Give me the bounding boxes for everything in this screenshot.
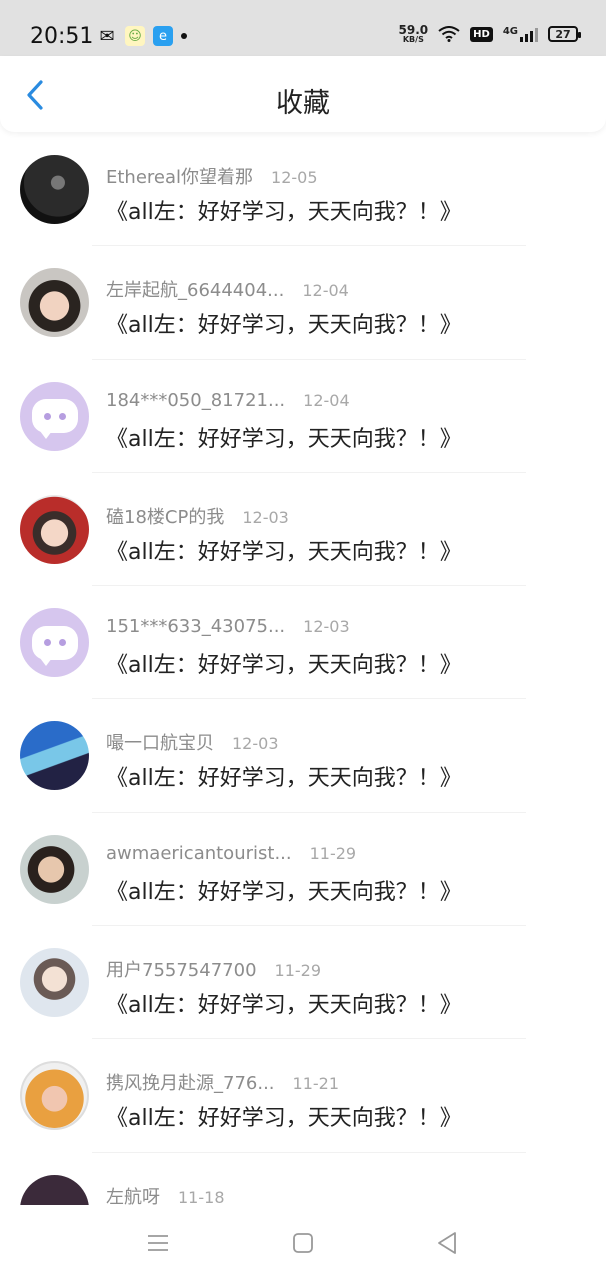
list-item[interactable]: 用户7557547700 11-29 《all左：好好学习，天天向我？！》 (0, 926, 606, 1040)
menu-icon (148, 1235, 168, 1251)
item-title[interactable]: 《all左：好好学习，天天向我？！》 (106, 307, 462, 339)
avatar[interactable] (20, 381, 89, 451)
username[interactable]: 磕18楼CP的我 (106, 503, 224, 529)
avatar[interactable] (20, 948, 89, 1018)
item-title[interactable]: 《all左：好好学习，天天向我？！》 (106, 760, 462, 792)
item-title[interactable]: 《all左：好好学习，天天向我？！》 (106, 194, 462, 226)
home-square-icon (293, 1233, 313, 1253)
date: 12-03 (232, 734, 279, 754)
avatar[interactable] (20, 834, 89, 904)
item-title[interactable]: 《all左：好好学习，天天向我？！》 (106, 534, 462, 566)
username[interactable]: 嘬一口航宝贝 (106, 729, 214, 755)
list-item[interactable]: 左岸起航_6644404... 12-04 《all左：好好学习，天天向我？！》 (0, 246, 606, 360)
username[interactable]: Ethereal你望着那 (106, 163, 253, 189)
avatar[interactable] (20, 721, 89, 791)
status-bar: 20:51 ✉ ☺ e 59.0 KB/S HD 4G 27 (0, 0, 606, 56)
avatar[interactable] (20, 1061, 89, 1131)
username[interactable]: 用户7557547700 (106, 956, 257, 982)
network-type: 4G (502, 26, 518, 37)
item-title[interactable]: 《all左：好好学习，天天向我？！》 (106, 421, 462, 453)
menu-button[interactable] (144, 1229, 172, 1257)
date: 11-21 (292, 1074, 340, 1094)
signal-icon: 4G (503, 26, 538, 42)
date: 11-29 (274, 961, 322, 981)
back-triangle-icon (438, 1232, 456, 1254)
system-nav-bar (0, 1205, 606, 1280)
date: 11-29 (309, 843, 357, 863)
list-item[interactable]: 左航呀 11-18 (0, 1153, 606, 1205)
default-avatar-chat-icon (31, 399, 78, 440)
status-time: 20:51 (30, 24, 94, 49)
more-notifications-dot-icon (181, 33, 187, 39)
page-title: 收藏 (276, 88, 330, 119)
list-item[interactable]: 嘬一口航宝贝 12-03 《all左：好好学习，天天向我？！》 (0, 699, 606, 813)
app-notification-icon: ☺ (125, 26, 145, 46)
date: 12-03 (303, 617, 350, 637)
favorites-list: Ethereal你望着那 12-05 《all左：好好学习，天天向我？！》 左岸起… (0, 133, 606, 1205)
hd-voice-badge: HD (470, 26, 493, 42)
username[interactable]: 携风挽月赴源_776... (106, 1069, 275, 1095)
net-speed: 59.0 KB/S (399, 24, 429, 44)
list-item[interactable]: Ethereal你望着那 12-05 《all左：好好学习，天天向我？！》 (0, 133, 606, 247)
avatar[interactable] (20, 1174, 89, 1205)
date: 12-04 (303, 390, 350, 410)
date: 12-03 (242, 507, 289, 527)
list-item[interactable]: 184***050_81721... 12-04 《all左：好好学习，天天向我？… (0, 360, 606, 473)
net-speed-unit: KB/S (402, 35, 424, 44)
list-item[interactable]: awmaericantourist... 11-29 《all左：好好学习，天天向… (0, 813, 606, 927)
date: 12-05 (271, 168, 318, 187)
date: 11-18 (178, 1187, 225, 1205)
home-button[interactable] (289, 1229, 317, 1257)
notification-icons: ✉ ☺ e (97, 25, 187, 47)
username[interactable]: 151***633_43075... (106, 616, 285, 637)
back-nav-button[interactable] (433, 1229, 461, 1257)
battery-icon: 27 (548, 26, 581, 42)
item-title[interactable]: 《all左：好好学习，天天向我？！》 (106, 1100, 462, 1132)
app-header: 收藏 (0, 56, 606, 132)
list-item[interactable]: 151***633_43075... 12-03 《all左：好好学习，天天向我？… (0, 586, 606, 700)
item-title[interactable]: 《all左：好好学习，天天向我？！》 (106, 987, 462, 1019)
list-item[interactable]: 携风挽月赴源_776... 11-21 《all左：好好学习，天天向我？！》 (0, 1039, 606, 1153)
avatar[interactable] (20, 268, 89, 338)
username[interactable]: 184***050_81721... (106, 390, 285, 411)
item-title[interactable]: 《all左：好好学习，天天向我？！》 (106, 874, 462, 906)
avatar[interactable] (20, 155, 89, 224)
item-title[interactable]: 《all左：好好学习，天天向我？！》 (106, 647, 462, 679)
username[interactable]: 左航呀 (106, 1183, 160, 1205)
username[interactable]: 左岸起航_6644404... (106, 276, 284, 302)
avatar[interactable] (20, 608, 89, 678)
wechat-icon: ✉ (99, 25, 115, 47)
date: 12-04 (302, 281, 349, 301)
wifi-icon (438, 26, 460, 42)
avatar[interactable] (20, 494, 89, 564)
default-avatar-chat-icon (31, 625, 78, 666)
browser-notification-icon: e (153, 26, 173, 46)
username[interactable]: awmaericantourist... (106, 843, 292, 864)
list-item[interactable]: 磕18楼CP的我 12-03 《all左：好好学习，天天向我？！》 (0, 473, 606, 587)
system-status: 59.0 KB/S HD 4G 27 (399, 24, 581, 44)
